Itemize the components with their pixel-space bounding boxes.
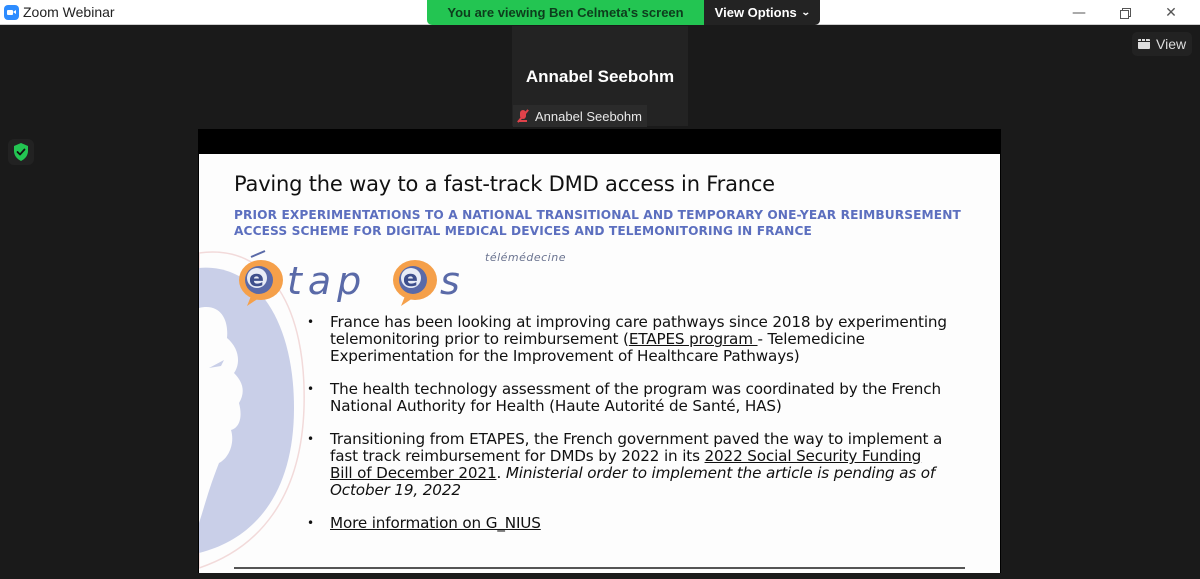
bullet-text: . [496, 464, 506, 482]
minimize-button[interactable]: — [1056, 0, 1102, 25]
speaker-name-label: Annabel Seebohm [535, 108, 642, 124]
mic-muted-icon [517, 109, 529, 123]
zoom-app-icon [4, 5, 19, 20]
grid-view-icon [1138, 39, 1150, 49]
share-status-text: You are viewing Ben Celmeta's screen [427, 0, 704, 25]
gnius-link[interactable]: More information on G_NIUS [330, 514, 541, 532]
bullet-item: France has been looking at improving car… [307, 314, 947, 365]
view-button[interactable]: View [1132, 32, 1192, 56]
restore-button[interactable] [1102, 0, 1148, 25]
slide-bottom-divider [234, 567, 965, 569]
bullet-item: The health technology assessment of the … [307, 381, 947, 415]
close-button[interactable]: ✕ [1148, 0, 1194, 25]
etapes-logo: e tap e s [239, 250, 460, 306]
presentation-slide: Paving the way to a fast-track DMD acces… [199, 154, 1000, 573]
screen-share-banner: You are viewing Ben Celmeta's screen Vie… [427, 0, 820, 25]
view-button-label: View [1156, 36, 1187, 52]
shield-check-icon [14, 143, 28, 161]
logo-tagline: télémédecine [485, 251, 566, 264]
slide-title: Paving the way to a fast-track DMD acces… [234, 172, 775, 196]
slide-subtitle: PRIOR EXPERIMENTATIONS TO A NATIONAL TRA… [234, 208, 961, 238]
etapes-bubble-icon-2: e [393, 260, 437, 306]
security-button[interactable] [8, 139, 34, 165]
view-options-button[interactable]: View Options ⌄ [704, 0, 820, 25]
speaker-name-tag: Annabel Seebohm [513, 105, 647, 127]
bullet-list: France has been looking at improving car… [307, 314, 947, 548]
bullet-text: The health technology assessment of the … [330, 380, 941, 415]
svg-text:tap: tap [287, 259, 367, 303]
svg-text:e: e [403, 267, 418, 292]
bullet-item: Transitioning from ETAPES, the French go… [307, 431, 947, 499]
bullet-item: More information on G_NIUS [307, 514, 947, 533]
svg-text:e: e [249, 267, 264, 292]
etapes-program-link[interactable]: ETAPES program [629, 330, 758, 348]
close-icon: ✕ [1165, 4, 1177, 21]
view-options-label: View Options [714, 5, 797, 20]
minimize-icon: — [1072, 4, 1086, 21]
speaker-display-name: Annabel Seebohm [525, 67, 675, 86]
app-title: Zoom Webinar [23, 4, 115, 20]
restore-icon [1120, 7, 1131, 19]
chevron-down-icon: ⌄ [800, 7, 811, 17]
etapes-bubble-icon: e [239, 250, 283, 306]
svg-text:s: s [440, 259, 460, 303]
